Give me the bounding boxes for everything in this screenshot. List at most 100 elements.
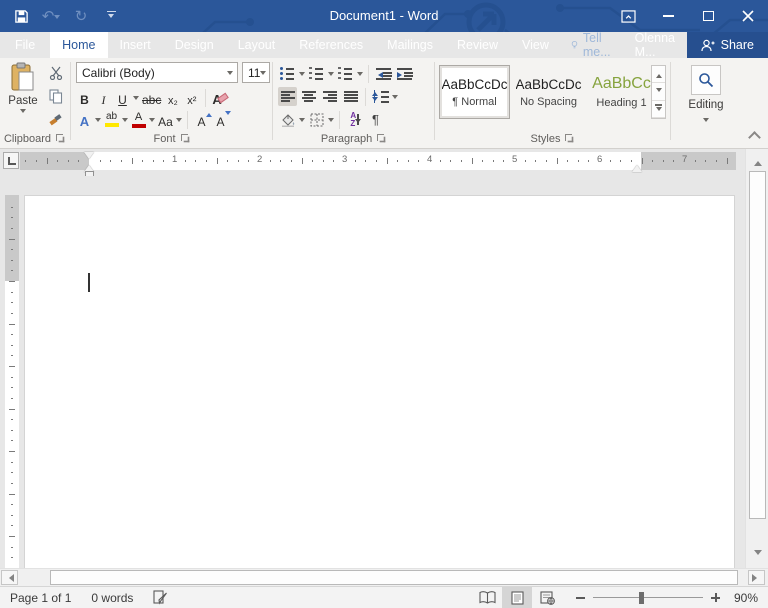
right-indent-marker[interactable] [632, 160, 642, 172]
shading-dropdown-arrow[interactable] [299, 117, 305, 125]
clear-formatting-button[interactable]: A [211, 88, 229, 107]
cut-button[interactable] [46, 64, 66, 82]
shrink-font-button[interactable]: A [212, 110, 231, 129]
font-color-dropdown-arrow[interactable] [149, 117, 155, 125]
editing-dropdown-arrow[interactable] [703, 118, 709, 125]
shading-button[interactable] [278, 110, 297, 129]
highlight-dropdown-arrow[interactable] [122, 117, 128, 125]
numbering-button[interactable] [307, 64, 326, 83]
line-spacing-button[interactable] [371, 87, 390, 106]
zoom-percentage[interactable]: 90% [730, 591, 768, 605]
bullets-dropdown-arrow[interactable] [299, 71, 305, 79]
tab-layout[interactable]: Layout [226, 32, 288, 58]
print-layout-button[interactable] [502, 586, 532, 608]
zoom-out-button[interactable] [576, 596, 585, 599]
style-normal[interactable]: AaBbCcDc ¶ Normal [439, 65, 510, 119]
copy-button[interactable] [46, 87, 66, 105]
tab-mailings[interactable]: Mailings [375, 32, 445, 58]
decrease-indent-button[interactable] [374, 64, 393, 83]
font-dialog-launcher[interactable] [180, 134, 191, 144]
scroll-down-button[interactable] [748, 546, 767, 563]
justify-button[interactable] [341, 87, 360, 106]
zoom-slider[interactable] [593, 591, 703, 604]
tab-review[interactable]: Review [445, 32, 510, 58]
style-heading-1[interactable]: AaBbCc Heading 1 [586, 65, 657, 119]
horizontal-scroll-thumb[interactable] [50, 570, 738, 585]
bullets-button[interactable] [278, 64, 297, 83]
superscript-button[interactable]: x² [183, 88, 200, 107]
styles-gallery-more-button[interactable] [652, 101, 665, 118]
document-page[interactable] [24, 195, 735, 568]
line-spacing-dropdown-arrow[interactable] [392, 94, 398, 102]
font-name-dropdown-arrow[interactable] [227, 70, 233, 78]
scroll-left-button[interactable] [1, 570, 18, 585]
minimize-button[interactable] [648, 0, 688, 32]
font-name-combobox[interactable]: Calibri (Body) [76, 62, 238, 83]
word-count[interactable]: 0 words [81, 587, 143, 608]
tab-references[interactable]: References [287, 32, 375, 58]
user-account[interactable]: Olenna M... [625, 31, 687, 59]
tab-file[interactable]: File [0, 32, 50, 58]
strikethrough-button[interactable]: abc [141, 88, 162, 107]
borders-button[interactable] [307, 110, 326, 129]
close-button[interactable] [728, 0, 768, 32]
tab-home[interactable]: Home [50, 32, 108, 58]
multilevel-dropdown-arrow[interactable] [357, 71, 363, 79]
scroll-right-button[interactable] [748, 570, 765, 585]
bold-button[interactable]: B [76, 88, 93, 107]
web-layout-button[interactable] [532, 587, 562, 608]
tab-design[interactable]: Design [163, 32, 226, 58]
paste-dropdown-arrow[interactable] [20, 109, 26, 116]
font-color-button[interactable]: A [130, 110, 147, 129]
collapse-ribbon-button[interactable] [748, 132, 760, 140]
zoom-in-button[interactable] [711, 593, 720, 602]
subscript-button[interactable]: x₂ [164, 88, 181, 107]
page-indicator[interactable]: Page 1 of 1 [0, 587, 81, 608]
change-case-dropdown-arrow[interactable] [176, 117, 182, 125]
paragraph-dialog-launcher[interactable] [377, 134, 387, 144]
tab-stop-selector[interactable] [3, 152, 19, 169]
increase-indent-button[interactable] [395, 64, 414, 83]
read-mode-button[interactable] [472, 587, 502, 608]
align-right-button[interactable] [320, 87, 339, 106]
styles-dialog-launcher[interactable] [565, 134, 575, 144]
styles-scroll-up-button[interactable] [652, 66, 665, 84]
proofing-status[interactable] [143, 587, 178, 608]
editing-button[interactable]: Editing [684, 65, 728, 125]
tab-insert[interactable]: Insert [108, 32, 163, 58]
maximize-button[interactable] [688, 0, 728, 32]
vertical-scroll-thumb[interactable] [749, 171, 766, 519]
numbering-dropdown-arrow[interactable] [328, 71, 334, 79]
italic-button[interactable]: I [95, 88, 112, 107]
styles-scroll-down-button[interactable] [652, 83, 665, 101]
text-effects-button[interactable]: A [76, 110, 93, 129]
multilevel-list-button[interactable] [336, 64, 355, 83]
ribbon-display-options-button[interactable] [608, 0, 648, 32]
share-button[interactable]: Share [686, 32, 768, 58]
zoom-slider-thumb[interactable] [639, 591, 644, 604]
horizontal-ruler[interactable]: 1 2 3 4 5 6 7 [20, 152, 736, 178]
horizontal-scrollbar[interactable] [0, 568, 768, 586]
underline-button[interactable]: U [114, 88, 131, 107]
highlight-color-button[interactable]: ab [103, 110, 120, 129]
font-size-dropdown-arrow[interactable] [260, 70, 267, 78]
grow-font-button[interactable]: A [193, 110, 212, 129]
show-formatting-marks-button[interactable]: ¶ [366, 110, 385, 129]
underline-dropdown-arrow[interactable] [133, 95, 139, 103]
font-size-combobox[interactable]: 11 [242, 62, 270, 83]
style-no-spacing[interactable]: AaBbCcDc No Spacing [513, 65, 584, 119]
format-painter-button[interactable] [46, 110, 66, 128]
change-case-button[interactable]: Aa [157, 110, 174, 129]
paste-button[interactable]: Paste [4, 62, 42, 128]
text-effects-dropdown-arrow[interactable] [95, 117, 101, 125]
tab-view[interactable]: View [510, 32, 561, 58]
vertical-scrollbar[interactable] [745, 149, 768, 568]
tell-me-box[interactable]: Tell me... [561, 31, 625, 59]
vertical-ruler[interactable] [5, 195, 19, 568]
align-left-button[interactable] [278, 87, 297, 106]
clipboard-dialog-launcher[interactable] [56, 134, 66, 144]
sort-button[interactable]: AZ [345, 110, 364, 129]
borders-dropdown-arrow[interactable] [328, 117, 334, 125]
align-center-button[interactable] [299, 87, 318, 106]
scroll-up-button[interactable] [748, 153, 767, 170]
